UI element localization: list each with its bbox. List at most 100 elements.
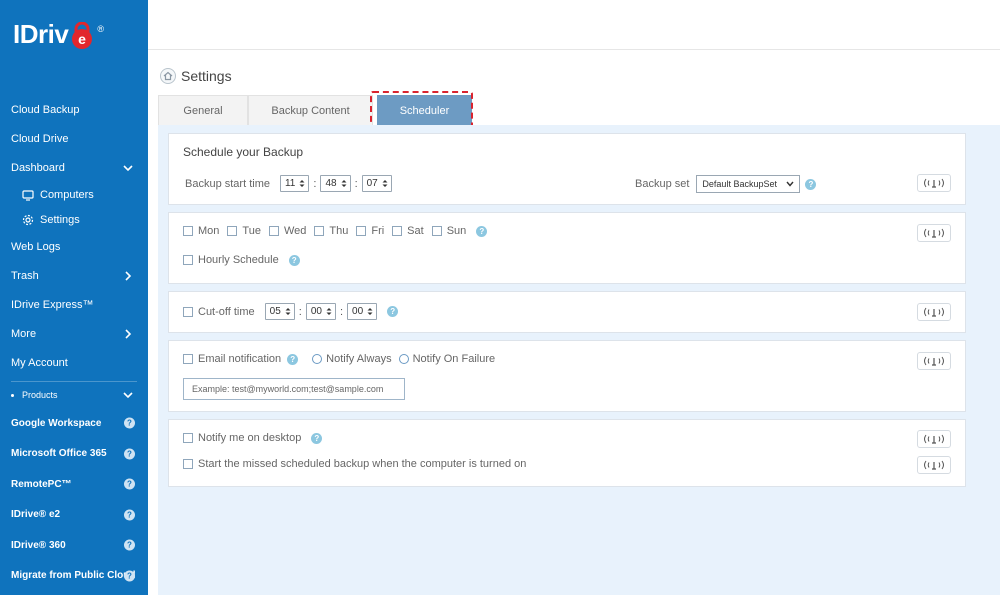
time-separator: :: [313, 177, 317, 190]
tab-general[interactable]: General: [158, 95, 248, 125]
cutoff-minute-stepper[interactable]: 00: [305, 303, 336, 320]
product-idrive-e2[interactable]: IDrive® e2?: [0, 500, 148, 531]
sync-button[interactable]: [917, 224, 951, 242]
tab-backup-content[interactable]: Backup Content: [248, 95, 373, 125]
help-icon[interactable]: ?: [124, 448, 135, 460]
hourly-checkbox[interactable]: [183, 255, 193, 265]
day-label: Sun: [446, 225, 467, 237]
product-idrive-360[interactable]: IDrive® 360?: [0, 530, 148, 561]
start-second-stepper[interactable]: 07: [361, 175, 392, 192]
help-icon[interactable]: ?: [288, 254, 300, 266]
help-icon[interactable]: ?: [387, 306, 399, 317]
day-fri-checkbox[interactable]: Fri: [356, 225, 384, 237]
checkbox[interactable]: [314, 226, 325, 236]
schedule-card: Schedule your Backup Backup start time 1…: [168, 133, 966, 205]
missed-backup-row: Start the missed scheduled backup when t…: [183, 458, 526, 470]
notify-failure-radio[interactable]: [398, 354, 409, 364]
idrive-logo[interactable]: IDriv e ®: [13, 16, 104, 52]
sidebar-item-dashboard[interactable]: Dashboard: [0, 153, 148, 182]
sidebar-item-computers[interactable]: Computers: [0, 182, 148, 207]
email-placeholder: Example: test@myworld.com;test@sample.co…: [192, 384, 384, 394]
cutoff-second-stepper[interactable]: 00: [347, 303, 378, 320]
cutoff-hour-value: 05: [269, 306, 281, 317]
start-hour-stepper[interactable]: 11: [279, 175, 310, 192]
sidebar-item-label: IDrive Express™: [11, 298, 94, 311]
cutoff-checkbox[interactable]: [183, 306, 193, 317]
stepper-arrows-icon: [285, 307, 291, 316]
desktop-notify-checkbox[interactable]: [183, 433, 193, 443]
help-icon[interactable]: ?: [124, 509, 135, 521]
checkbox[interactable]: [356, 226, 367, 236]
sidebar-item-label: More: [11, 327, 37, 340]
email-row: Email notification ? Notify Always Notif…: [183, 353, 495, 365]
help-icon[interactable]: ?: [805, 178, 817, 190]
start-second-value: 07: [366, 178, 378, 189]
product-remotepc[interactable]: RemotePC™?: [0, 469, 148, 500]
help-icon[interactable]: ?: [476, 225, 488, 237]
sync-button[interactable]: [917, 303, 951, 321]
sidebar-item-label: Cloud Drive: [11, 132, 69, 145]
broadcast-icon: [924, 228, 944, 238]
start-time-row: Backup start time 11 : 48 : 07: [185, 175, 392, 192]
help-icon[interactable]: ?: [311, 432, 323, 444]
top-bar: [148, 0, 1000, 50]
start-minute-stepper[interactable]: 48: [320, 175, 351, 192]
days-row: Mon Tue Wed Thu Fri Sat Sun ?: [183, 225, 488, 237]
sidebar-nav: Cloud Backup Cloud Drive Dashboard Compu…: [0, 95, 148, 591]
logo-text: IDriv: [13, 19, 69, 49]
day-mon-checkbox[interactable]: Mon: [183, 225, 219, 237]
sync-button[interactable]: [917, 352, 951, 370]
checkbox[interactable]: [268, 226, 279, 236]
checkbox[interactable]: [183, 226, 193, 236]
day-thu-checkbox[interactable]: Thu: [314, 225, 348, 237]
checkbox[interactable]: [392, 226, 403, 236]
day-tue-checkbox[interactable]: Tue: [227, 225, 261, 237]
notify-failure-label: Notify On Failure: [412, 353, 496, 365]
day-sun-checkbox[interactable]: Sun: [431, 225, 467, 237]
checkbox[interactable]: [227, 226, 238, 236]
help-icon[interactable]: ?: [124, 570, 135, 582]
notify-always-radio[interactable]: [312, 354, 323, 364]
sidebar-item-label: Dashboard: [11, 161, 65, 174]
logo-e-icon: e: [69, 21, 95, 49]
product-migrate-public-cloud[interactable]: Migrate from Public Cloud?: [0, 561, 148, 592]
sidebar-item-settings[interactable]: Settings: [0, 207, 148, 232]
home-icon[interactable]: [160, 68, 176, 84]
product-google-workspace[interactable]: Google Workspace?: [0, 408, 148, 439]
sidebar-item-cloud-backup[interactable]: Cloud Backup: [0, 95, 148, 124]
cutoff-hour-stepper[interactable]: 05: [264, 303, 295, 320]
email-checkbox[interactable]: [183, 354, 193, 364]
days-card: Mon Tue Wed Thu Fri Sat Sun ? Hourly Sch…: [168, 212, 966, 284]
products-toggle[interactable]: Products: [0, 382, 148, 408]
day-wed-checkbox[interactable]: Wed: [268, 225, 306, 237]
broadcast-icon: [924, 356, 944, 366]
sync-button[interactable]: [917, 174, 951, 192]
sidebar-item-web-logs[interactable]: Web Logs: [0, 232, 148, 261]
help-icon[interactable]: ?: [124, 478, 135, 490]
help-icon[interactable]: ?: [124, 417, 135, 429]
chevron-down-icon: [786, 181, 794, 187]
help-icon[interactable]: ?: [287, 353, 299, 365]
backup-set-select[interactable]: Default BackupSet: [696, 175, 801, 193]
product-label: Google Workspace: [11, 417, 102, 429]
sync-button[interactable]: [917, 430, 951, 448]
sidebar-item-more[interactable]: More: [0, 319, 148, 348]
settings-tabs: General Backup Content Scheduler: [158, 91, 473, 128]
sidebar-item-label: Settings: [40, 213, 80, 226]
email-input[interactable]: Example: test@myworld.com;test@sample.co…: [183, 378, 405, 400]
missed-backup-checkbox[interactable]: [183, 459, 193, 469]
cutoff-label: Cut-off time: [198, 305, 255, 318]
sidebar-item-my-account[interactable]: My Account: [0, 348, 148, 377]
broadcast-icon: [924, 434, 944, 444]
chevron-down-icon: [123, 392, 133, 399]
sidebar-item-cloud-drive[interactable]: Cloud Drive: [0, 124, 148, 153]
sidebar-item-trash[interactable]: Trash: [0, 261, 148, 290]
sidebar: IDriv e ® Cloud Backup Cloud Drive Dashb…: [0, 0, 148, 595]
sync-button[interactable]: [917, 456, 951, 474]
sidebar-item-idrive-express[interactable]: IDrive Express™: [0, 290, 148, 319]
checkbox[interactable]: [431, 226, 442, 236]
tab-scheduler[interactable]: Scheduler: [377, 95, 472, 125]
product-microsoft-office-365[interactable]: Microsoft Office 365?: [0, 439, 148, 470]
day-sat-checkbox[interactable]: Sat: [392, 225, 424, 237]
help-icon[interactable]: ?: [124, 539, 135, 551]
